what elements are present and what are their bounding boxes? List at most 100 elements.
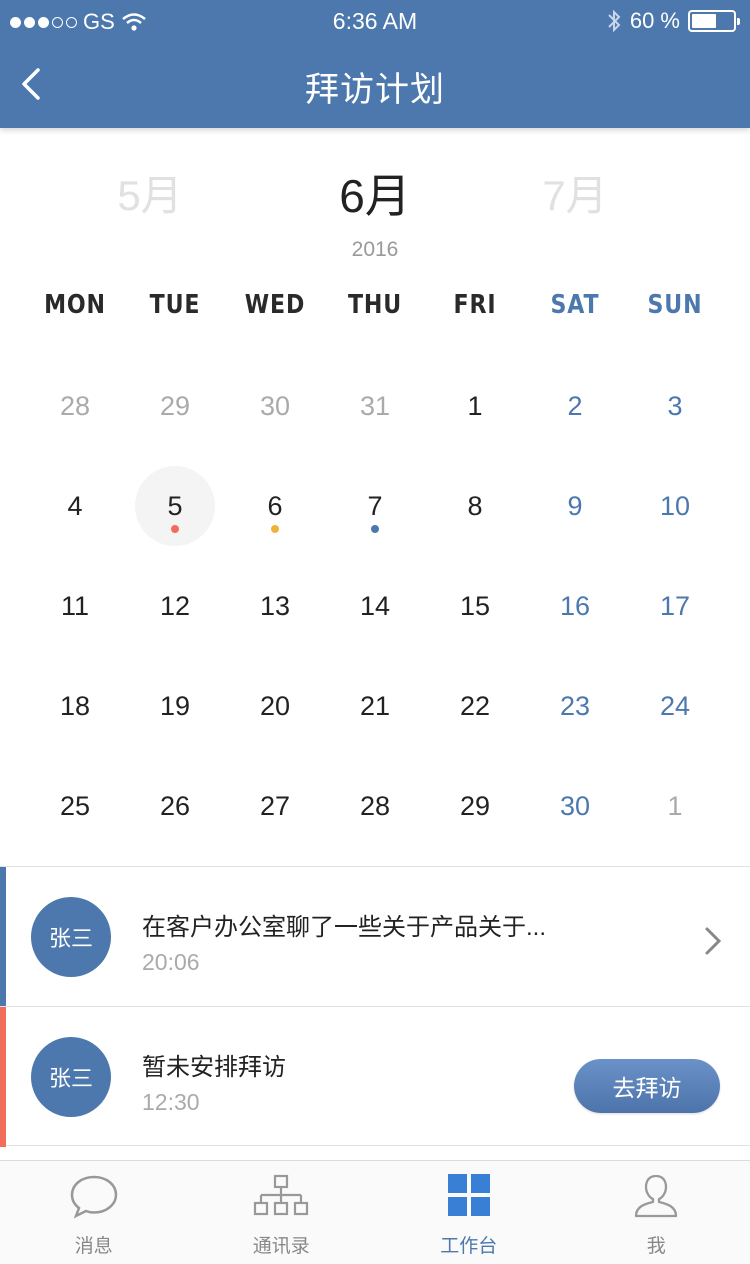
calendar-day[interactable]: 11 bbox=[25, 556, 125, 656]
tab-label: 通讯录 bbox=[252, 1236, 310, 1257]
visit-time: 12:30 bbox=[142, 1089, 200, 1115]
prev-month-button[interactable]: 5月 bbox=[50, 162, 250, 223]
calendar-day[interactable]: 2 bbox=[525, 356, 625, 456]
chevron-right-icon[interactable] bbox=[702, 925, 724, 957]
day-number: 19 bbox=[159, 690, 191, 721]
chat-bubble-icon bbox=[70, 1175, 118, 1219]
calendar-day[interactable]: 3 bbox=[625, 356, 725, 456]
calendar-day[interactable]: 29 bbox=[125, 356, 225, 456]
day-number: 21 bbox=[359, 690, 391, 721]
calendar-day[interactable]: 16 bbox=[525, 556, 625, 656]
day-number: 6 bbox=[267, 490, 283, 521]
calendar-day[interactable]: 7 bbox=[325, 456, 425, 556]
calendar-day[interactable]: 27 bbox=[225, 756, 325, 856]
calendar-grid: 28 29 30 31 1 2 3 4 5 6 7 8 9 10 11 12 13 14 15 16 17 18 19 20 2… bbox=[25, 356, 725, 856]
calendar-day[interactable]: 19 bbox=[125, 656, 225, 756]
day-number: 26 bbox=[159, 790, 191, 821]
tab-me[interactable]: 我 bbox=[563, 1161, 750, 1264]
grid-icon bbox=[447, 1174, 490, 1216]
day-number: 5 bbox=[167, 490, 183, 521]
weekday-header: MON TUE WED THU FRI SAT SUN bbox=[25, 290, 725, 320]
calendar-day[interactable]: 9 bbox=[525, 456, 625, 556]
visit-time: 20:06 bbox=[142, 949, 200, 975]
calendar-day[interactable]: 10 bbox=[625, 456, 725, 556]
calendar-day[interactable]: 28 bbox=[325, 756, 425, 856]
event-dot-icon bbox=[271, 525, 279, 533]
event-dot-icon bbox=[371, 525, 379, 533]
day-number: 23 bbox=[559, 690, 591, 721]
day-number: 20 bbox=[259, 690, 291, 721]
year-label: 2016 bbox=[351, 238, 399, 261]
day-number: 31 bbox=[359, 390, 391, 421]
day-number: 1 bbox=[667, 790, 683, 821]
day-number: 29 bbox=[459, 790, 491, 821]
calendar-day[interactable]: 30 bbox=[225, 356, 325, 456]
header: GS 6:36 AM 60 % 拜访计划 bbox=[0, 0, 750, 128]
day-number: 11 bbox=[60, 590, 90, 621]
visit-list: 张三 在客户办公室聊了一些关于产品关于... 20:06 张三 暂未安排拜访 1… bbox=[0, 866, 750, 1147]
tab-contacts[interactable]: 通讯录 bbox=[188, 1161, 376, 1264]
battery-percent: 60 % bbox=[629, 8, 680, 33]
calendar-day[interactable]: 18 bbox=[25, 656, 125, 756]
bluetooth-icon bbox=[608, 9, 621, 33]
weekday-tue: TUE bbox=[149, 290, 201, 320]
calendar-day[interactable]: 22 bbox=[425, 656, 525, 756]
day-number: 22 bbox=[459, 690, 491, 721]
nav-bar: 拜访计划 bbox=[0, 40, 750, 128]
day-number: 7 bbox=[367, 490, 383, 521]
day-number: 30 bbox=[559, 790, 591, 821]
calendar-day[interactable]: 1 bbox=[425, 356, 525, 456]
day-number: 14 bbox=[359, 590, 391, 621]
calendar-day[interactable]: 12 bbox=[125, 556, 225, 656]
day-number: 13 bbox=[259, 590, 291, 621]
day-number: 17 bbox=[659, 590, 691, 621]
calendar-day[interactable]: 13 bbox=[225, 556, 325, 656]
calendar-day[interactable]: 17 bbox=[625, 556, 725, 656]
next-month-button[interactable]: 7月 bbox=[475, 162, 675, 223]
weekday-wed: WED bbox=[244, 290, 306, 320]
day-number: 4 bbox=[67, 490, 83, 521]
page-title: 拜访计划 bbox=[305, 71, 445, 109]
day-number: 8 bbox=[467, 490, 483, 521]
tab-label: 消息 bbox=[74, 1236, 113, 1257]
calendar-day[interactable]: 30 bbox=[525, 756, 625, 856]
org-chart-icon bbox=[254, 1174, 309, 1216]
calendar-day[interactable]: 1 bbox=[625, 756, 725, 856]
visit-status-bar bbox=[0, 867, 6, 1007]
calendar-day[interactable]: 15 bbox=[425, 556, 525, 656]
calendar-day[interactable]: 21 bbox=[325, 656, 425, 756]
weekday-sun: SUN bbox=[647, 290, 703, 320]
tab-label: 我 bbox=[646, 1236, 666, 1257]
visit-summary: 暂未安排拜访 bbox=[142, 1054, 286, 1081]
status-right: 60 % bbox=[606, 8, 740, 34]
calendar-day[interactable]: 5 bbox=[125, 456, 225, 556]
calendar-day[interactable]: 4 bbox=[25, 456, 125, 556]
calendar-day[interactable]: 26 bbox=[125, 756, 225, 856]
tab-messages[interactable]: 消息 bbox=[0, 1161, 188, 1264]
visit-item: 张三 暂未安排拜访 12:30 去拜访 bbox=[0, 1006, 750, 1147]
calendar-day[interactable]: 14 bbox=[325, 556, 425, 656]
calendar-day[interactable]: 25 bbox=[25, 756, 125, 856]
go-visit-button[interactable]: 去拜访 bbox=[574, 1059, 720, 1113]
day-number: 2 bbox=[567, 390, 583, 421]
day-number: 18 bbox=[59, 690, 91, 721]
day-number: 25 bbox=[59, 790, 91, 821]
tab-workbench[interactable]: 工作台 bbox=[375, 1161, 563, 1264]
day-number: 28 bbox=[359, 790, 391, 821]
calendar-day[interactable]: 29 bbox=[425, 756, 525, 856]
weekday-mon: MON bbox=[44, 290, 106, 320]
calendar-day[interactable]: 6 bbox=[225, 456, 325, 556]
visit-item[interactable]: 张三 在客户办公室聊了一些关于产品关于... 20:06 bbox=[0, 866, 750, 1007]
calendar-day[interactable]: 23 bbox=[525, 656, 625, 756]
calendar-day[interactable]: 8 bbox=[425, 456, 525, 556]
avatar: 张三 bbox=[31, 1037, 111, 1117]
day-number: 30 bbox=[259, 390, 291, 421]
calendar-day[interactable]: 28 bbox=[25, 356, 125, 456]
calendar-day[interactable]: 24 bbox=[625, 656, 725, 756]
calendar-day[interactable]: 31 bbox=[325, 356, 425, 456]
person-icon bbox=[635, 1174, 678, 1218]
calendar-day[interactable]: 20 bbox=[225, 656, 325, 756]
current-month-label: 6月 bbox=[339, 170, 411, 222]
visit-status-bar bbox=[0, 1007, 6, 1147]
day-number: 12 bbox=[159, 590, 191, 621]
